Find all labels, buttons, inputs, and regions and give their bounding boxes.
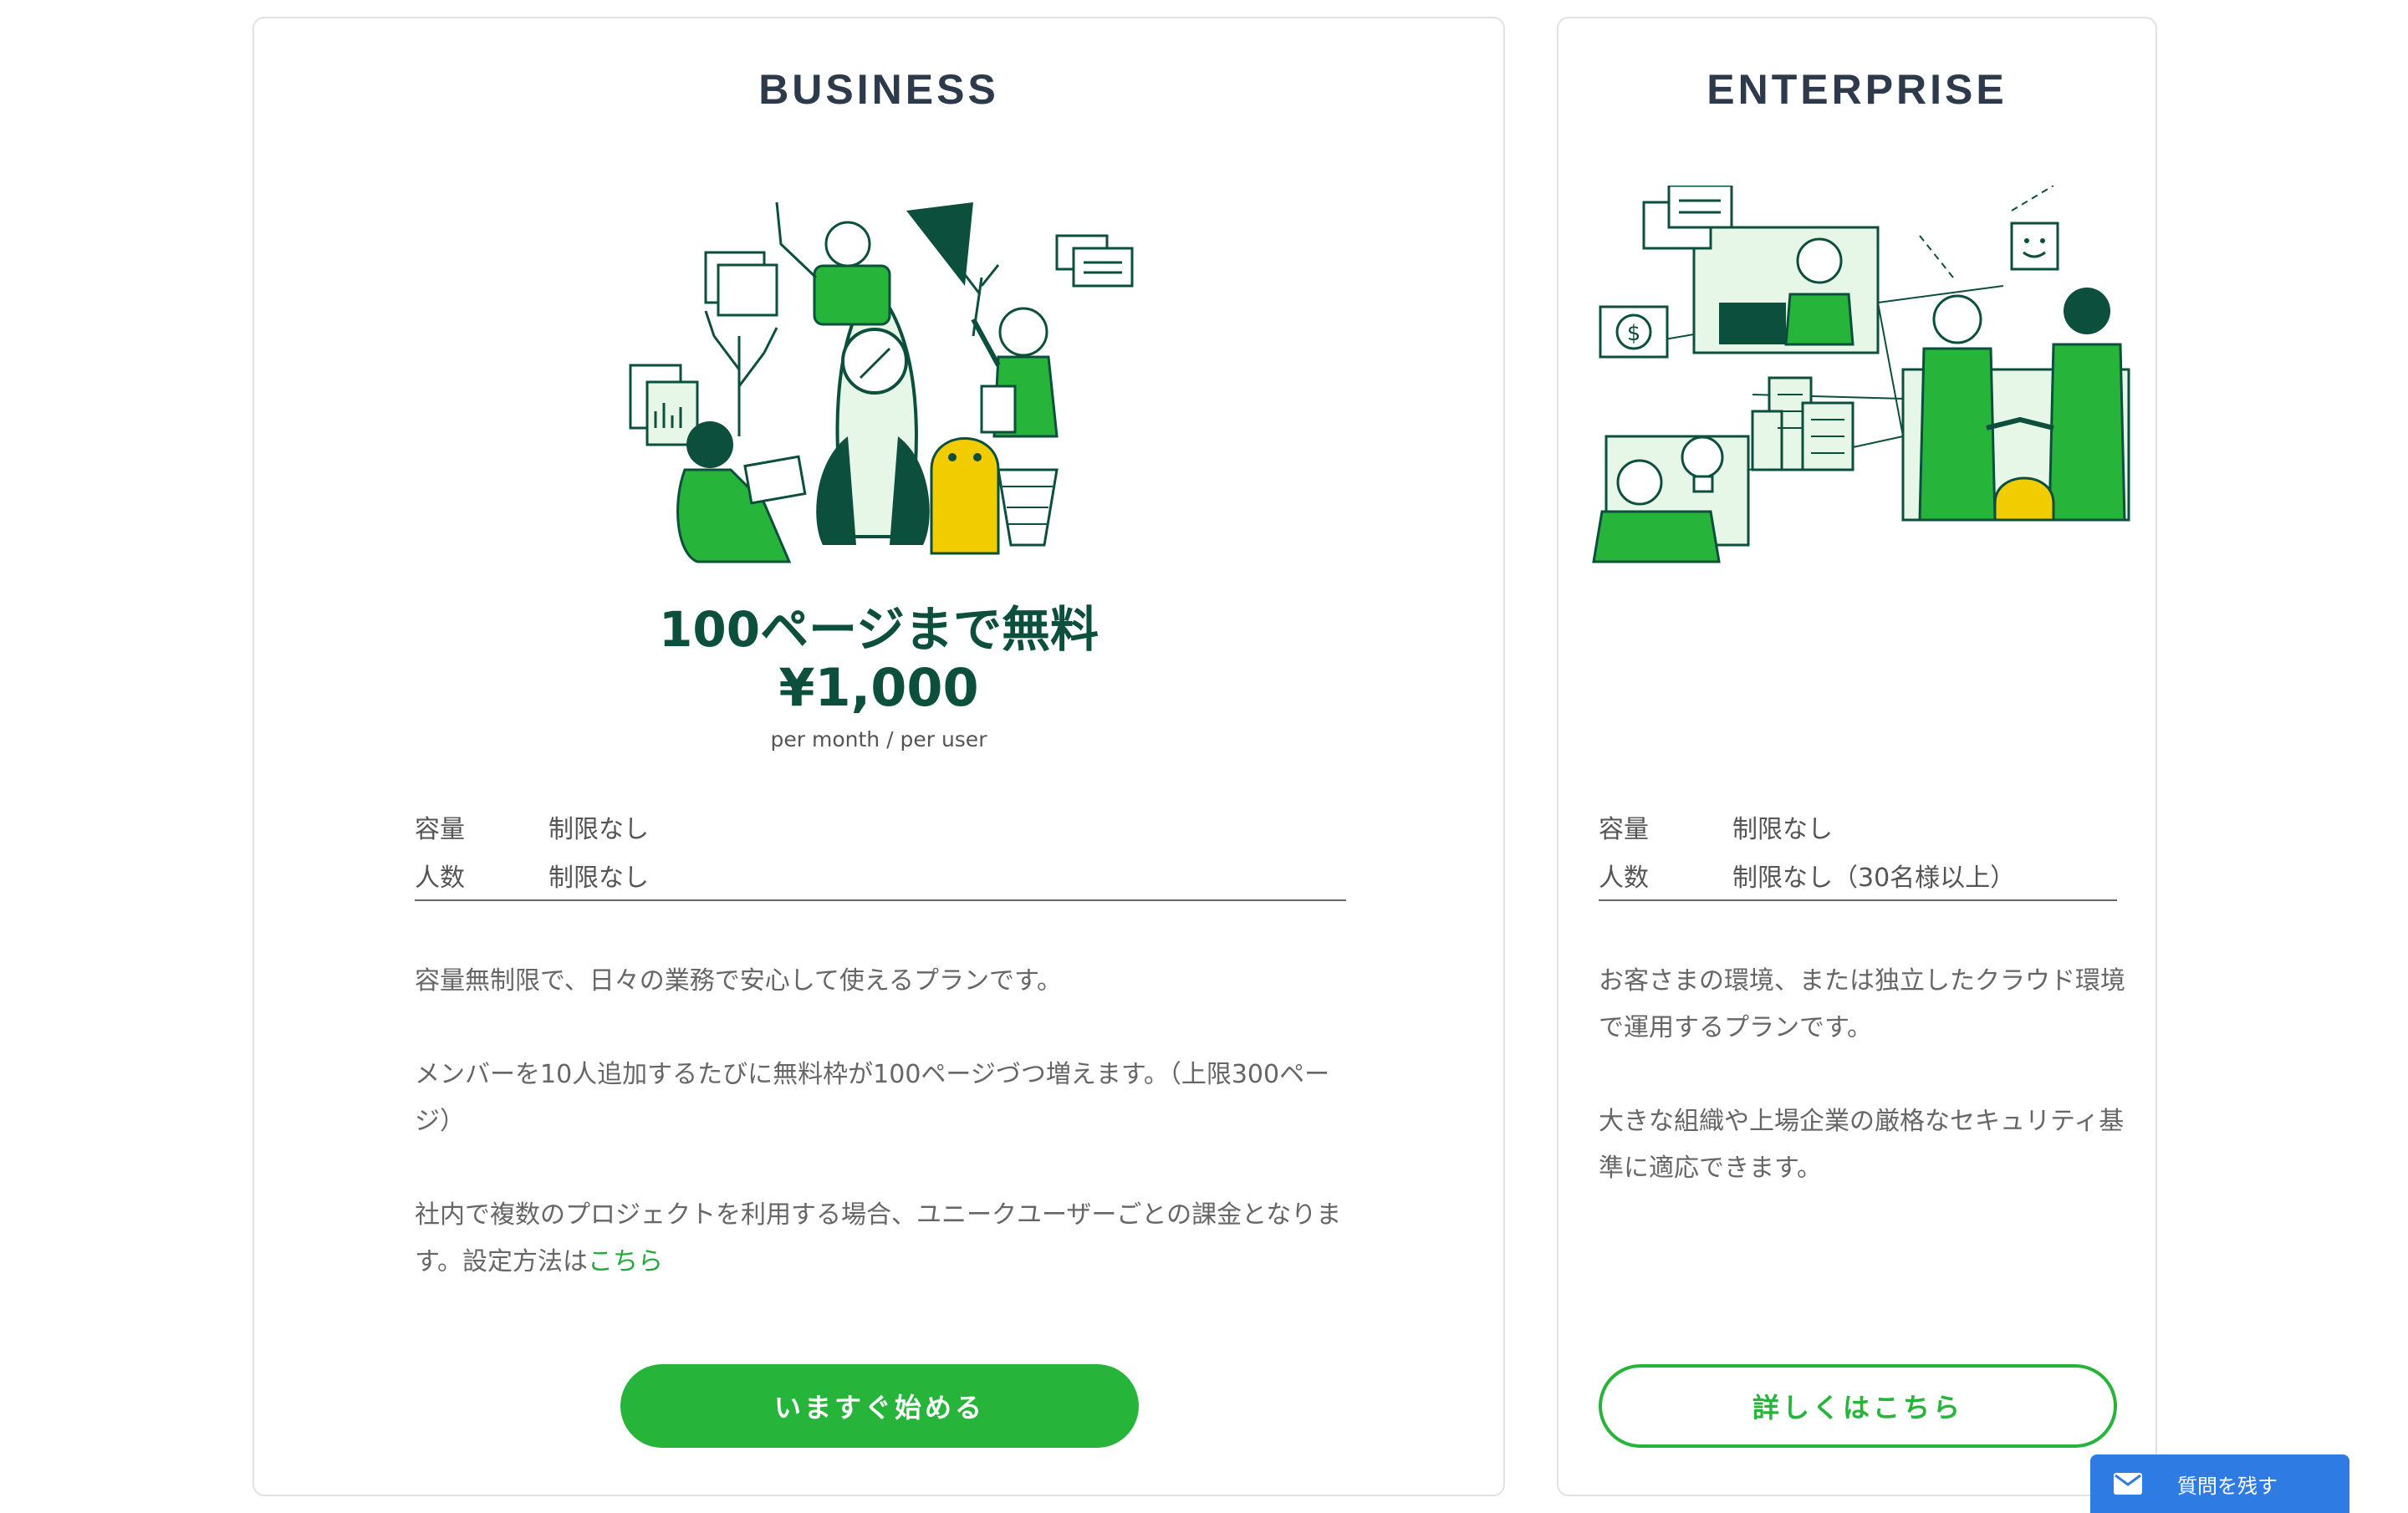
spec-key: 容量 xyxy=(415,815,465,844)
spec-row-capacity: 容量 制限なし xyxy=(415,806,649,854)
spec-value: 制限なし xyxy=(548,815,649,844)
spec-list: 容量 制限なし 人数 制限なし xyxy=(415,806,649,903)
learn-more-button[interactable]: 詳しくはこちら xyxy=(1599,1364,2117,1448)
spec-row-users: 人数 制限なし（30名様以上） xyxy=(1599,854,2015,903)
spec-row-users: 人数 制限なし xyxy=(415,854,649,903)
price: ¥1,000 xyxy=(778,657,979,718)
description-paragraph: お客さまの環境、または独立したクラウド環境で運用するプランです。 xyxy=(1599,966,2125,1042)
description-paragraph: 容量無制限で、日々の業務で安心して使えるプランです。 xyxy=(415,966,1062,996)
plan-name: BUSINESS xyxy=(758,66,999,113)
divider xyxy=(415,899,1346,901)
spec-key: 容量 xyxy=(1599,815,1649,844)
spec-row-capacity: 容量 制限なし xyxy=(1599,806,2015,854)
plan-description: お客さまの環境、または独立したクラウド環境で運用するプランです。 大きな組織や上… xyxy=(1599,958,2125,1239)
description-paragraph: 大きな組織や上場企業の厳格なセキュリティ基準に適応できます。 xyxy=(1599,1107,2125,1183)
price-unit: per month / per user xyxy=(770,727,987,751)
plan-name: ENTERPRISE xyxy=(1707,66,2008,113)
description-text: 社内で複数のプロジェクトを利用する場合、ユニークユーザーごとの課金となります。設… xyxy=(415,1200,1342,1276)
spec-value: 制限なし（30名様以上） xyxy=(1732,863,2016,893)
free-pages-text: 100ページまで無料 xyxy=(659,601,1099,658)
business-plan-card: BUSINESS 100ページまで無料 ¥1,000 per month / p… xyxy=(253,17,1505,1496)
spec-list: 容量 制限なし 人数 制限なし（30名様以上） xyxy=(1599,806,2015,903)
description-paragraph: 社内で複数のプロジェクトを利用する場合、ユニークユーザーごとの課金となります。設… xyxy=(415,1192,1351,1286)
plan-description: 容量無制限で、日々の業務で安心して使えるプランです。 メンバーを10人追加するた… xyxy=(415,958,1351,1332)
team-rocket-illustration xyxy=(629,201,1134,563)
svg-text:$: $ xyxy=(1627,321,1641,346)
mail-icon xyxy=(2114,1473,2142,1495)
description-paragraph: メンバーを10人追加するたびに無料枠が100ページづつ増えます。（上限300ペー… xyxy=(415,1060,1330,1136)
divider xyxy=(1599,899,2117,901)
spec-key: 人数 xyxy=(1599,863,1649,893)
settings-link[interactable]: こちら xyxy=(588,1247,663,1276)
feedback-label: 質問を残す xyxy=(2177,1474,2278,1498)
spec-value: 制限なし xyxy=(548,863,649,893)
enterprise-plan-card: ENTERPRISE $ 容量 制限なし 人数 制限なし（30名様以上） お客さ… xyxy=(1557,17,2157,1496)
start-now-button[interactable]: いますぐ始める xyxy=(620,1364,1139,1448)
spec-key: 人数 xyxy=(415,863,465,893)
spec-value: 制限なし xyxy=(1732,815,1833,844)
business-network-illustration: $ xyxy=(1592,186,2130,563)
